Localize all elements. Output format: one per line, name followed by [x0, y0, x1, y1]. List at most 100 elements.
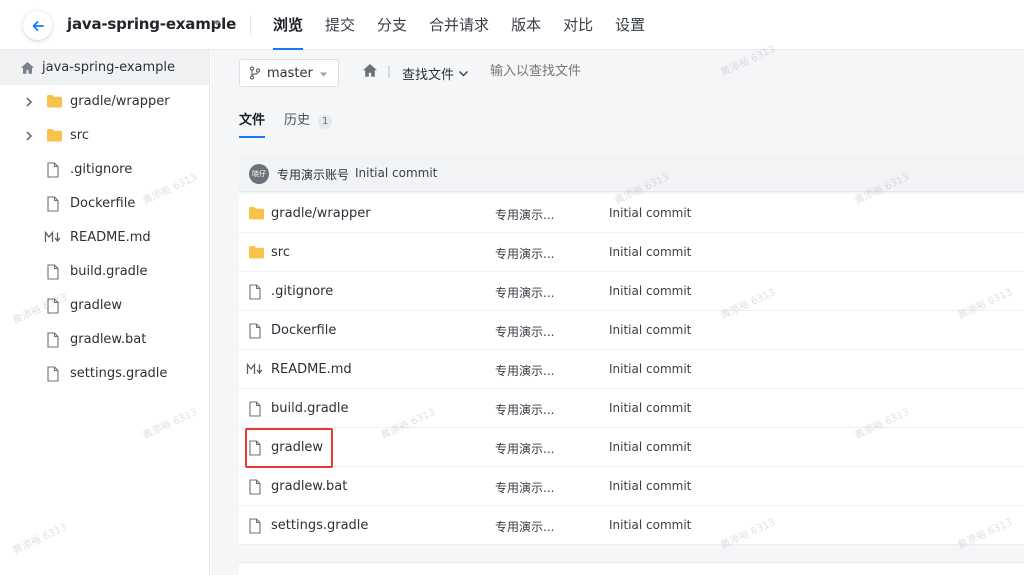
highlight-annotation — [245, 428, 333, 468]
table-row[interactable]: Dockerfile 专用演示... Initial commit — [239, 311, 1024, 350]
file-name[interactable]: README.md — [271, 362, 352, 377]
file-icon — [47, 366, 59, 382]
main-nav: 浏览 提交 分支 合并请求 版本 对比 设置 — [273, 0, 667, 50]
nav-settings[interactable]: 设置 — [615, 0, 645, 50]
file-commit-author[interactable]: 专用演示... — [495, 206, 554, 223]
tree-item-label: src — [70, 128, 89, 143]
folder-icon — [47, 129, 62, 142]
tree-item-label: README.md — [70, 230, 151, 245]
file-commit-author[interactable]: 专用演示... — [495, 245, 554, 262]
find-file-input[interactable] — [490, 64, 690, 79]
tree-root-label: java-spring-example — [42, 60, 176, 75]
tab-files-label: 文件 — [239, 113, 266, 128]
file-commit-author[interactable]: 专用演示... — [495, 284, 554, 301]
tree-root[interactable]: java-spring-example — [0, 50, 209, 85]
find-file-label: 查找文件 — [402, 68, 455, 83]
tree-item-build-gradle[interactable]: build.gradle — [0, 255, 209, 289]
nav-merge-requests[interactable]: 合并请求 — [429, 0, 489, 50]
commit-author[interactable]: 专用演示账号 — [277, 166, 349, 183]
tree-item-label: settings.gradle — [70, 366, 168, 381]
file-commit-author[interactable]: 专用演示... — [495, 401, 554, 418]
file-commit-message[interactable]: Initial commit — [609, 518, 691, 532]
file-icon — [47, 332, 59, 348]
file-commit-author[interactable]: 专用演示... — [495, 440, 554, 457]
file-name[interactable]: build.gradle — [271, 401, 349, 416]
avatar[interactable]: 晓仔 — [249, 164, 269, 184]
tab-history-label: 历史 — [284, 113, 311, 128]
nav-browse[interactable]: 浏览 — [273, 0, 304, 50]
file-icon — [47, 264, 59, 280]
home-icon[interactable] — [362, 63, 378, 78]
tree-item-gitignore[interactable]: .gitignore — [0, 153, 209, 187]
table-row[interactable]: settings.gradle 专用演示... Initial commit — [239, 506, 1024, 545]
table-row[interactable]: src 专用演示... Initial commit — [239, 233, 1024, 272]
tree-item-label: .gitignore — [70, 162, 133, 177]
file-commit-author[interactable]: 专用演示... — [495, 518, 554, 535]
divider — [250, 15, 251, 35]
tree-item-src[interactable]: src — [0, 119, 209, 153]
folder-icon — [249, 207, 264, 220]
nav-commits[interactable]: 提交 — [325, 0, 355, 50]
markdown-icon — [44, 230, 61, 243]
file-name[interactable]: gradle/wrapper — [271, 206, 371, 221]
path-separator: | — [387, 64, 392, 78]
chevron-right-icon[interactable] — [24, 96, 34, 108]
file-icon — [47, 196, 59, 212]
file-name[interactable]: src — [271, 245, 290, 260]
tab-history[interactable]: 历史 1 — [284, 109, 333, 129]
back-button[interactable] — [23, 11, 52, 40]
file-name[interactable]: settings.gradle — [271, 518, 368, 533]
tab-files[interactable]: 文件 — [239, 109, 266, 138]
table-row[interactable]: gradlew 专用演示... Initial commit — [239, 428, 1024, 467]
main-content: master | 查找文件 文件 历史 1 晓仔 专用演示账号 Initial … — [211, 50, 1024, 575]
caret-down-icon[interactable] — [212, 18, 222, 28]
branch-selector[interactable]: master — [239, 59, 339, 87]
file-name[interactable]: gradlew.bat — [271, 479, 347, 494]
folder-icon — [249, 246, 264, 259]
tree-item-settings-gradle[interactable]: settings.gradle — [0, 357, 209, 391]
tree-item-gradlew-bat[interactable]: gradlew.bat — [0, 323, 209, 357]
tree-item-label: build.gradle — [70, 264, 148, 279]
file-commit-author[interactable]: 专用演示... — [495, 479, 554, 496]
file-commit-author[interactable]: 专用演示... — [495, 362, 554, 379]
tree-item-label: gradlew — [70, 298, 123, 313]
file-name[interactable]: Dockerfile — [271, 323, 336, 338]
tree-item-readme[interactable]: README.md — [0, 221, 209, 255]
home-icon — [21, 61, 34, 74]
table-row[interactable]: build.gradle 专用演示... Initial commit — [239, 389, 1024, 428]
table-row[interactable]: .gitignore 专用演示... Initial commit — [239, 272, 1024, 311]
file-name[interactable]: .gitignore — [271, 284, 333, 299]
nav-releases[interactable]: 版本 — [511, 0, 541, 50]
table-row[interactable]: README.md 专用演示... Initial commit — [239, 350, 1024, 389]
tree-item-gradle-wrapper[interactable]: gradle/wrapper — [0, 85, 209, 119]
nav-compare[interactable]: 对比 — [563, 0, 593, 50]
file-commit-message[interactable]: Initial commit — [609, 206, 691, 220]
file-commit-message[interactable]: Initial commit — [609, 440, 691, 454]
file-commit-message[interactable]: Initial commit — [609, 284, 691, 298]
file-commit-message[interactable]: Initial commit — [609, 323, 691, 337]
file-commit-message[interactable]: Initial commit — [609, 479, 691, 493]
repo-name[interactable]: java-spring-example — [67, 15, 236, 33]
file-tree-sidebar: java-spring-example gradle/wrapper src .… — [0, 50, 210, 575]
file-commit-message[interactable]: Initial commit — [609, 245, 691, 259]
tree-item-dockerfile[interactable]: Dockerfile — [0, 187, 209, 221]
file-table: gradle/wrapper 专用演示... Initial commit sr… — [239, 194, 1024, 545]
tree-item-gradlew[interactable]: gradlew — [0, 289, 209, 323]
file-icon — [249, 323, 261, 339]
file-icon — [249, 401, 261, 417]
table-row[interactable]: gradle/wrapper 专用演示... Initial commit — [239, 194, 1024, 233]
file-commit-message[interactable]: Initial commit — [609, 362, 691, 376]
chevron-down-icon — [459, 70, 469, 76]
find-file-dropdown[interactable]: 查找文件 — [402, 64, 469, 83]
commit-message[interactable]: Initial commit — [355, 166, 437, 180]
nav-branches[interactable]: 分支 — [377, 0, 407, 50]
file-commit-author[interactable]: 专用演示... — [495, 323, 554, 340]
table-row[interactable]: gradlew.bat 专用演示... Initial commit — [239, 467, 1024, 506]
latest-commit-bar: 晓仔 专用演示账号 Initial commit — [239, 154, 1024, 192]
markdown-icon — [246, 362, 263, 375]
top-bar: java-spring-example 浏览 提交 分支 合并请求 版本 对比 … — [0, 0, 1024, 50]
file-commit-message[interactable]: Initial commit — [609, 401, 691, 415]
chevron-right-icon[interactable] — [24, 130, 34, 142]
branch-name: master — [267, 65, 313, 81]
folder-icon — [47, 95, 62, 108]
